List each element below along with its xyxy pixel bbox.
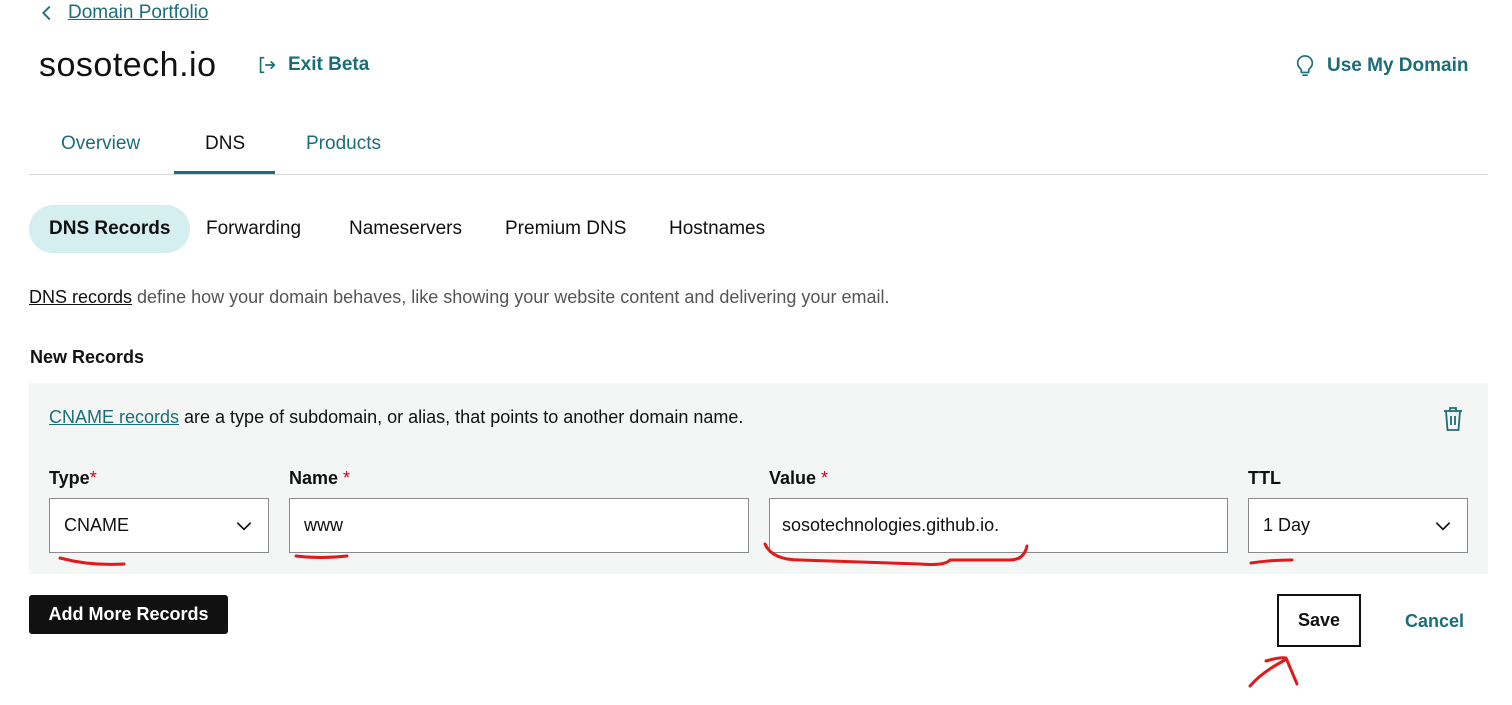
add-more-records-button[interactable]: Add More Records	[29, 595, 228, 634]
cancel-button[interactable]: Cancel	[1405, 611, 1464, 632]
exit-beta-label: Exit Beta	[288, 54, 370, 75]
exit-beta-button[interactable]: Exit Beta	[256, 54, 369, 76]
lightbulb-icon	[1296, 55, 1314, 76]
trash-icon[interactable]	[1441, 406, 1465, 432]
breadcrumb-domain-portfolio-link[interactable]: Domain Portfolio	[68, 2, 208, 24]
ttl-select[interactable]: 1 Day	[1248, 498, 1468, 553]
value-input[interactable]: sosotechnologies.github.io.	[769, 498, 1228, 553]
value-input-value: sosotechnologies.github.io.	[782, 515, 1000, 535]
breadcrumb[interactable]: Domain Portfolio	[36, 2, 208, 24]
subtab-dns-records[interactable]: DNS Records	[29, 205, 191, 253]
type-label-text: Type	[49, 468, 90, 488]
subtab-nameservers[interactable]: Nameservers	[329, 205, 482, 253]
required-mark: *	[343, 468, 351, 488]
required-mark: *	[89, 468, 97, 488]
type-label: Type*	[49, 468, 97, 489]
value-label: Value *	[769, 468, 828, 489]
use-my-domain-button[interactable]: Use My Domain	[1294, 54, 1468, 78]
tabs-divider	[29, 174, 1488, 175]
dns-records-description-text: define how your domain behaves, like sho…	[132, 287, 890, 307]
chevron-left-icon	[42, 5, 51, 21]
name-input-value: www	[304, 515, 343, 535]
tab-overview[interactable]: Overview	[61, 133, 140, 155]
exit-icon	[259, 56, 276, 74]
value-label-text: Value	[769, 468, 817, 488]
type-select-value: CNAME	[64, 515, 130, 535]
subtab-forwarding[interactable]: Forwarding	[186, 205, 321, 253]
name-label-text: Name	[289, 468, 339, 488]
use-my-domain-label: Use My Domain	[1327, 55, 1469, 76]
ttl-label: TTL	[1248, 468, 1281, 488]
dns-records-description: DNS records define how your domain behav…	[29, 287, 889, 308]
arrow-to-save	[1248, 656, 1299, 688]
tab-dns[interactable]: DNS	[205, 133, 245, 155]
cname-records-link[interactable]: CNAME records	[49, 407, 179, 427]
required-mark: *	[821, 468, 829, 488]
new-records-heading: New Records	[30, 347, 145, 367]
subtab-hostnames[interactable]: Hostnames	[649, 205, 785, 253]
cname-description-text: are a type of subdomain, or alias, that …	[179, 407, 744, 427]
tab-products[interactable]: Products	[306, 133, 381, 155]
name-label: Name *	[289, 468, 350, 489]
cname-description: CNAME records are a type of subdomain, o…	[49, 407, 743, 428]
ttl-select-value: 1 Day	[1263, 515, 1311, 535]
page-title: sosotech.io	[39, 46, 217, 84]
name-input[interactable]: www	[289, 498, 749, 553]
dns-records-help-link[interactable]: DNS records	[29, 287, 132, 307]
chevron-down-icon	[236, 521, 252, 531]
save-button[interactable]: Save	[1277, 594, 1361, 647]
subtab-premium-dns[interactable]: Premium DNS	[485, 205, 646, 253]
chevron-down-icon	[1435, 521, 1451, 531]
type-select[interactable]: CNAME	[49, 498, 269, 553]
